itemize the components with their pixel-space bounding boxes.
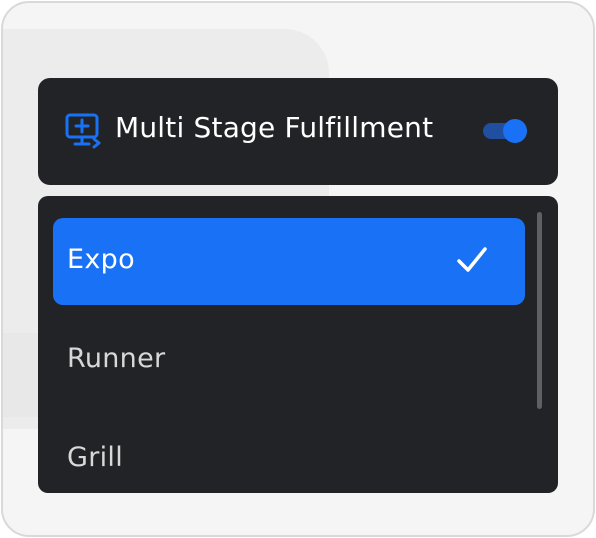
stage-option-expo[interactable]: Expo bbox=[53, 218, 525, 305]
list-scrollbar[interactable] bbox=[537, 212, 542, 409]
stage-option-runner[interactable]: Runner bbox=[53, 317, 525, 404]
stage-option-grill[interactable]: Grill bbox=[53, 416, 525, 493]
stage-option-label: Expo bbox=[67, 244, 135, 275]
header-title: Multi Stage Fulfillment bbox=[115, 111, 434, 144]
multi-stage-toggle[interactable] bbox=[483, 119, 529, 143]
monitor-plus-icon bbox=[65, 113, 101, 149]
stage-option-label: Grill bbox=[67, 442, 124, 473]
checkmark-icon bbox=[457, 247, 487, 272]
stage-option-label: Runner bbox=[67, 343, 166, 374]
multi-stage-header: Multi Stage Fulfillment bbox=[38, 78, 558, 185]
stage-list: Expo Runner Grill bbox=[38, 196, 558, 493]
toggle-knob bbox=[503, 119, 527, 143]
